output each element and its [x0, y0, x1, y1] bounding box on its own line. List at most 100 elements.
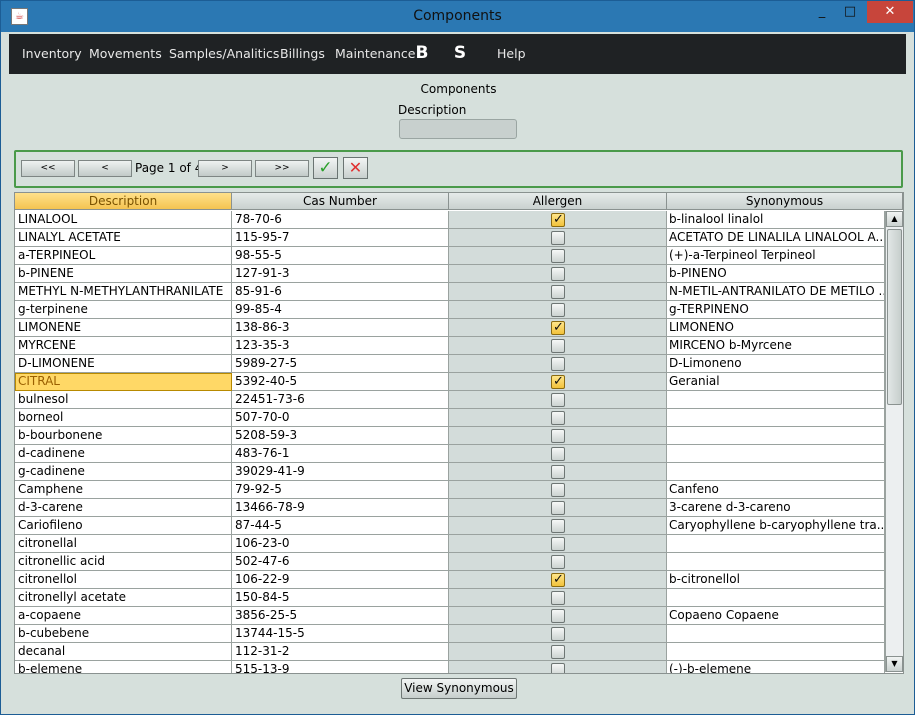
- cell-synonymous[interactable]: (-)-b-elemene: [667, 661, 885, 673]
- cell-description[interactable]: citronellic acid: [15, 553, 232, 571]
- cell-description[interactable]: citronellal: [15, 535, 232, 553]
- menu-billings[interactable]: Billings: [280, 46, 325, 61]
- allergen-checkbox[interactable]: [551, 339, 565, 353]
- cell-synonymous[interactable]: N-METIL-ANTRANILATO DE METILO ...: [667, 283, 885, 301]
- cell-cas-number[interactable]: 112-31-2: [232, 643, 449, 661]
- cell-cas-number[interactable]: 99-85-4: [232, 301, 449, 319]
- cell-cas-number[interactable]: 138-86-3: [232, 319, 449, 337]
- cell-description[interactable]: g-cadinene: [15, 463, 232, 481]
- cell-description[interactable]: LINALYL ACETATE: [15, 229, 232, 247]
- allergen-checkbox[interactable]: [551, 249, 565, 263]
- cell-cas-number[interactable]: 483-76-1: [232, 445, 449, 463]
- cell-cas-number[interactable]: 5208-59-3: [232, 427, 449, 445]
- cell-synonymous[interactable]: D-Limoneno: [667, 355, 885, 373]
- table-row[interactable]: citronellal 106-23-0: [15, 535, 885, 553]
- allergen-checkbox[interactable]: [551, 465, 565, 479]
- cell-synonymous[interactable]: b-citronellol: [667, 571, 885, 589]
- allergen-checkbox[interactable]: [551, 393, 565, 407]
- table-row[interactable]: citronellyl acetate 150-84-5: [15, 589, 885, 607]
- cell-cas-number[interactable]: 13466-78-9: [232, 499, 449, 517]
- cell-cas-number[interactable]: 5989-27-5: [232, 355, 449, 373]
- table-row[interactable]: b-bourbonene 5208-59-3: [15, 427, 885, 445]
- menu-movements[interactable]: Movements: [89, 46, 162, 61]
- allergen-checkbox[interactable]: [551, 483, 565, 497]
- maximize-icon[interactable]: □: [837, 1, 863, 23]
- scroll-up-icon[interactable]: ▲: [886, 211, 903, 227]
- scroll-thumb[interactable]: [887, 229, 902, 405]
- table-row[interactable]: b-cubebene 13744-15-5: [15, 625, 885, 643]
- cell-description[interactable]: a-copaene: [15, 607, 232, 625]
- allergen-checkbox[interactable]: [551, 627, 565, 641]
- cell-cas-number[interactable]: 13744-15-5: [232, 625, 449, 643]
- cell-synonymous[interactable]: [667, 535, 885, 553]
- cell-cas-number[interactable]: 78-70-6: [232, 211, 449, 229]
- cell-synonymous[interactable]: 3-carene d-3-careno: [667, 499, 885, 517]
- cell-description[interactable]: borneol: [15, 409, 232, 427]
- table-row[interactable]: b-elemene 515-13-9 (-)-b-elemene: [15, 661, 885, 673]
- cell-synonymous[interactable]: b-linalool linalol: [667, 211, 885, 229]
- cell-synonymous[interactable]: [667, 463, 885, 481]
- cell-description[interactable]: METHYL N-METHYLANTHRANILATE: [15, 283, 232, 301]
- cell-synonymous[interactable]: g-TERPINENO: [667, 301, 885, 319]
- table-row[interactable]: borneol 507-70-0: [15, 409, 885, 427]
- cell-synonymous[interactable]: [667, 553, 885, 571]
- next-page-button[interactable]: >: [198, 160, 252, 177]
- table-row[interactable]: METHYL N-METHYLANTHRANILATE 85-91-6 N-METI…: [15, 283, 885, 301]
- cell-cas-number[interactable]: 85-91-6: [232, 283, 449, 301]
- allergen-checkbox[interactable]: [551, 609, 565, 623]
- minimize-icon[interactable]: _: [809, 1, 835, 23]
- cell-description[interactable]: citronellyl acetate: [15, 589, 232, 607]
- cell-synonymous[interactable]: [667, 643, 885, 661]
- cell-cas-number[interactable]: 127-91-3: [232, 265, 449, 283]
- cell-synonymous[interactable]: Geranial: [667, 373, 885, 391]
- cell-synonymous[interactable]: MIRCENO b-Myrcene: [667, 337, 885, 355]
- cell-description[interactable]: MYRCENE: [15, 337, 232, 355]
- last-page-button[interactable]: >>: [255, 160, 309, 177]
- table-row[interactable]: d-cadinene 483-76-1: [15, 445, 885, 463]
- cell-cas-number[interactable]: 507-70-0: [232, 409, 449, 427]
- cell-cas-number[interactable]: 22451-73-6: [232, 391, 449, 409]
- allergen-checkbox[interactable]: [551, 519, 565, 533]
- vertical-scrollbar[interactable]: ▲ ▼: [885, 211, 903, 672]
- table-row[interactable]: d-3-carene 13466-78-9 3-carene d-3-careno: [15, 499, 885, 517]
- cell-synonymous[interactable]: [667, 427, 885, 445]
- allergen-checkbox[interactable]: [551, 663, 565, 673]
- table-row[interactable]: a-copaene 3856-25-5 Copaeno Copaene: [15, 607, 885, 625]
- allergen-checkbox[interactable]: [551, 411, 565, 425]
- cell-synonymous[interactable]: LIMONENO: [667, 319, 885, 337]
- cell-description[interactable]: b-bourbonene: [15, 427, 232, 445]
- cell-description[interactable]: Camphene: [15, 481, 232, 499]
- scroll-down-icon[interactable]: ▼: [886, 656, 903, 672]
- table-row[interactable]: b-PINENE 127-91-3 b-PINENO: [15, 265, 885, 283]
- cell-description[interactable]: decanal: [15, 643, 232, 661]
- table-row[interactable]: D-LIMONENE 5989-27-5 D-Limoneno: [15, 355, 885, 373]
- table-row[interactable]: CITRAL5392-40-5 Geranial: [15, 373, 885, 391]
- table-row[interactable]: Cariofileno 87-44-5 Caryophyllene b-caryop…: [15, 517, 885, 535]
- menu-inventory[interactable]: Inventory: [22, 46, 82, 61]
- allergen-checkbox[interactable]: [551, 645, 565, 659]
- column-header-cas-number[interactable]: Cas Number: [232, 193, 449, 210]
- column-header-allergen[interactable]: Allergen: [449, 193, 667, 210]
- table-row[interactable]: LINALOOL78-70-6 b-linalool linalol: [15, 211, 885, 229]
- menu-maintenance[interactable]: Maintenance: [335, 46, 416, 61]
- table-row[interactable]: g-cadinene 39029-41-9: [15, 463, 885, 481]
- allergen-checkbox[interactable]: [551, 447, 565, 461]
- description-input[interactable]: [399, 119, 517, 139]
- table-row[interactable]: Camphene 79-92-5 Canfeno: [15, 481, 885, 499]
- cell-synonymous[interactable]: [667, 445, 885, 463]
- cell-cas-number[interactable]: 515-13-9: [232, 661, 449, 673]
- cell-cas-number[interactable]: 106-23-0: [232, 535, 449, 553]
- allergen-checkbox[interactable]: [551, 285, 565, 299]
- cell-synonymous[interactable]: [667, 409, 885, 427]
- cell-cas-number[interactable]: 5392-40-5: [232, 373, 449, 391]
- allergen-checkbox[interactable]: [551, 357, 565, 371]
- cell-synonymous[interactable]: [667, 589, 885, 607]
- table-row[interactable]: LINALYL ACETATE 115-95-7 ACETATO DE LINALI…: [15, 229, 885, 247]
- table-row[interactable]: citronellic acid 502-47-6: [15, 553, 885, 571]
- cell-description[interactable]: d-3-carene: [15, 499, 232, 517]
- table-row[interactable]: citronellol106-22-9 b-citronellol: [15, 571, 885, 589]
- close-icon[interactable]: ✕: [867, 1, 913, 23]
- cell-description[interactable]: citronellol: [15, 571, 232, 589]
- cell-synonymous[interactable]: b-PINENO: [667, 265, 885, 283]
- cell-cas-number[interactable]: 115-95-7: [232, 229, 449, 247]
